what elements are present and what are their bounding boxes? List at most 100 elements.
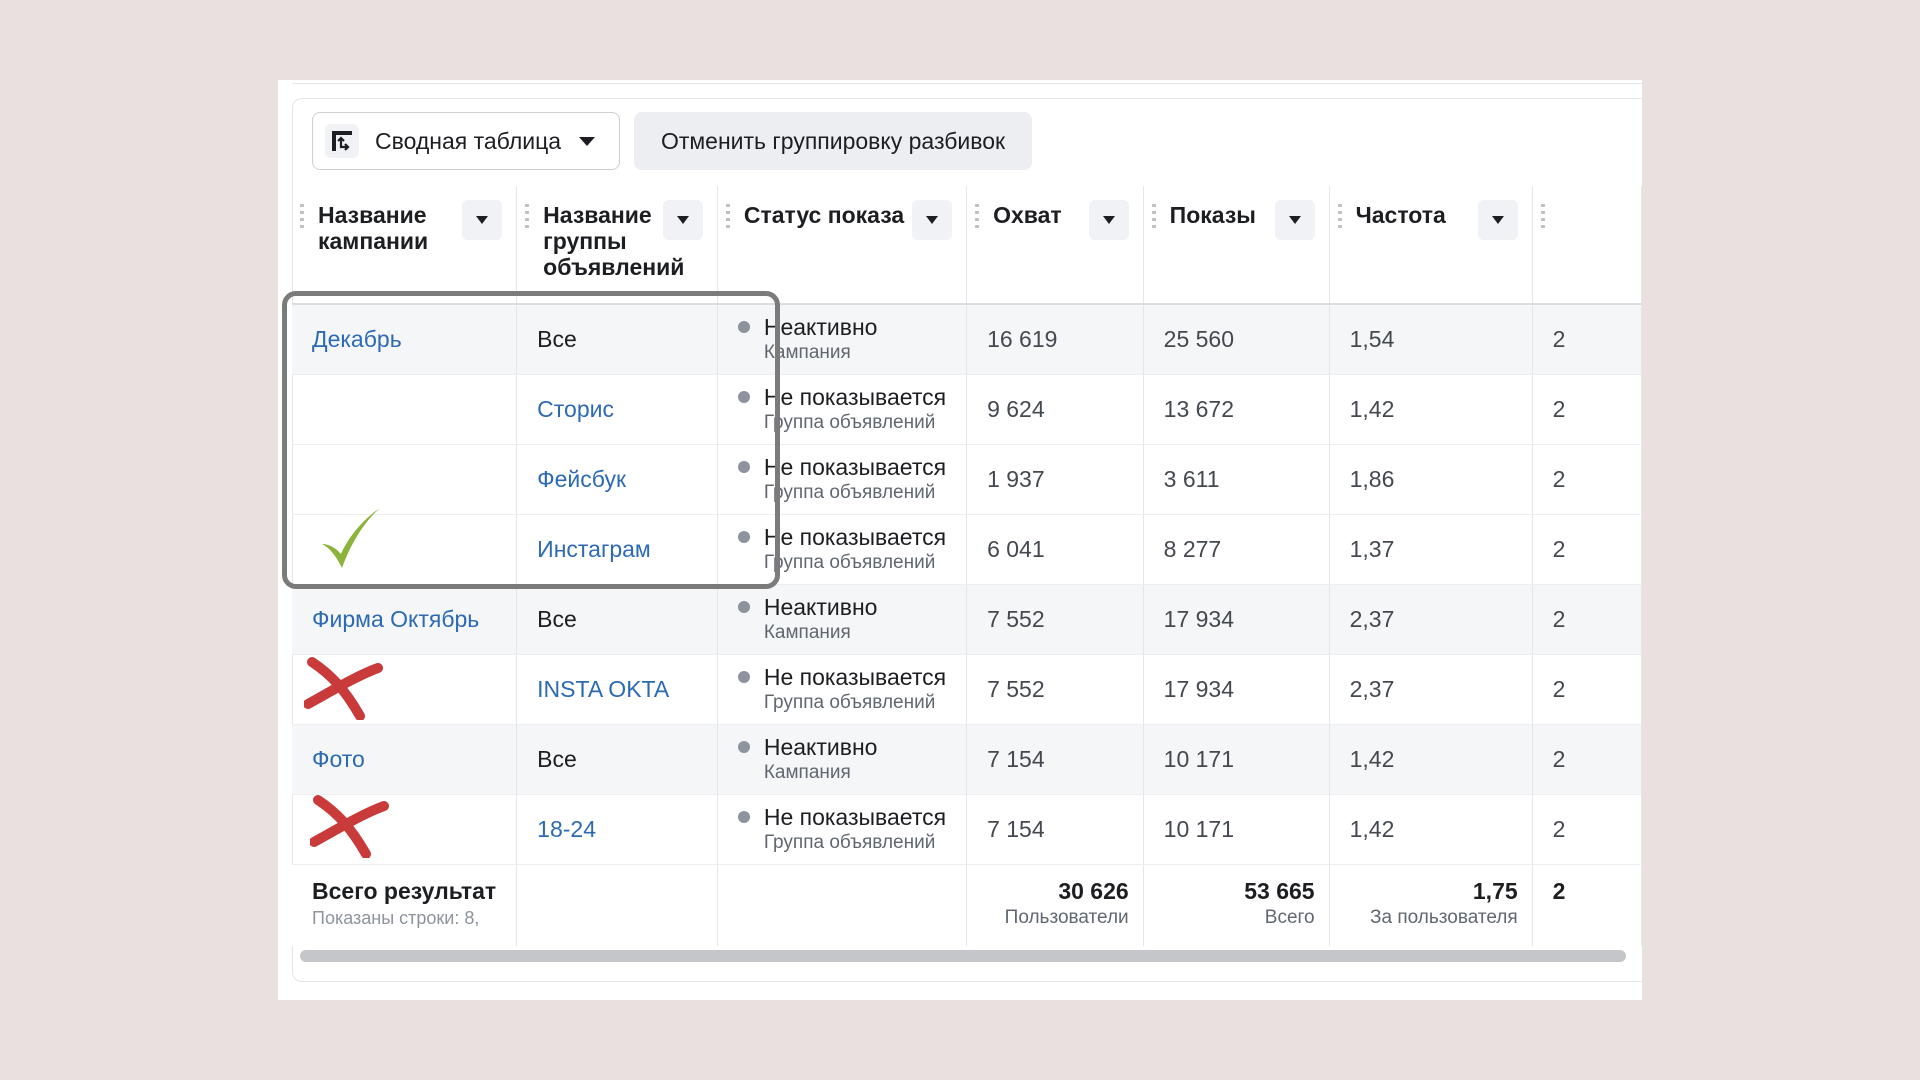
column-menu-button[interactable] bbox=[912, 200, 953, 240]
reach-cell: 6 041 bbox=[966, 514, 1144, 585]
totals-next-cell: 2 bbox=[1532, 864, 1642, 946]
table-row: Сторис Не показывается Группа объявлений … bbox=[292, 374, 1642, 445]
campaign-name-cell bbox=[292, 444, 518, 515]
delivery-status-cell: Не показывается Группа объявлений bbox=[717, 514, 968, 585]
next-column-cell: 2 bbox=[1532, 584, 1642, 655]
frequency-cell: 1,86 bbox=[1329, 444, 1533, 515]
reach-cell: 1 937 bbox=[966, 444, 1144, 515]
column-menu-button[interactable] bbox=[1477, 200, 1518, 240]
impressions-cell: 3 611 bbox=[1143, 444, 1330, 515]
campaign-name-link[interactable]: Декабрь bbox=[292, 304, 518, 375]
adset-name-link[interactable]: INSTA OKTA bbox=[516, 654, 718, 725]
impressions-cell: 25 560 bbox=[1143, 304, 1330, 375]
adset-name-cell: Все bbox=[516, 304, 718, 375]
drag-handle-icon[interactable] bbox=[725, 204, 730, 230]
table-row: Фейсбук Не показывается Группа объявлений… bbox=[292, 444, 1642, 515]
table-row: Инстаграм Не показывается Группа объявлен… bbox=[292, 514, 1642, 585]
table-row: 18-24 Не показывается Группа объявлений 7… bbox=[292, 794, 1642, 865]
next-column-cell: 2 bbox=[1532, 654, 1642, 725]
delivery-status-cell: Не показывается Группа объявлений bbox=[717, 444, 968, 515]
drag-handle-icon[interactable] bbox=[1540, 204, 1545, 230]
status-level: Группа объявлений bbox=[763, 552, 936, 573]
reach-cell: 9 624 bbox=[966, 374, 1144, 445]
status-dot-icon bbox=[737, 321, 750, 334]
column-header-campaign[interactable]: Название кампании bbox=[292, 186, 518, 305]
next-column-cell: 2 bbox=[1532, 724, 1642, 795]
delivery-status-cell: Неактивно Кампания bbox=[717, 584, 968, 655]
column-header-status[interactable]: Статус показа bbox=[717, 186, 968, 305]
column-menu-button[interactable] bbox=[1088, 200, 1129, 240]
status-text: Не показывается bbox=[763, 384, 947, 410]
table-header-row: Название кампании Название группы объявл… bbox=[292, 186, 1642, 305]
pivot-table-dropdown[interactable]: Сводная таблица bbox=[312, 112, 620, 170]
totals-impressions-cell: 53 665 Всего bbox=[1143, 864, 1330, 946]
status-level: Группа объявлений bbox=[763, 482, 936, 503]
adset-name-cell: Все bbox=[516, 724, 718, 795]
status-text: Не показывается bbox=[763, 524, 947, 550]
frequency-cell: 1,42 bbox=[1329, 374, 1533, 445]
delivery-status-cell: Не показывается Группа объявлений bbox=[717, 654, 968, 725]
table-row: INSTA OKTA Не показывается Группа объявле… bbox=[292, 654, 1642, 725]
campaign-name-link[interactable]: Фото bbox=[292, 724, 518, 795]
column-header-adset[interactable]: Название группы объявлений bbox=[516, 186, 718, 305]
column-header-impressions[interactable]: Показы bbox=[1143, 186, 1330, 305]
frequency-cell: 1,42 bbox=[1329, 794, 1533, 865]
status-text: Не показывается bbox=[763, 664, 947, 690]
adset-name-link[interactable]: Сторис bbox=[516, 374, 718, 445]
status-text: Неактивно bbox=[763, 734, 878, 760]
next-column-cell: 2 bbox=[1532, 444, 1642, 515]
totals-reach-cell: 30 626 Пользователи bbox=[966, 864, 1144, 946]
totals-frequency-cell: 1,75 За пользователя bbox=[1329, 864, 1533, 946]
status-text: Не показывается bbox=[763, 804, 947, 830]
pivot-table-icon bbox=[325, 124, 359, 158]
totals-impressions-value: 53 665 bbox=[1244, 877, 1315, 904]
column-label: Название кампании bbox=[318, 202, 429, 254]
column-header-reach[interactable]: Охват bbox=[966, 186, 1144, 305]
campaign-name-link[interactable]: Фирма Октябрь bbox=[292, 584, 518, 655]
column-menu-button[interactable] bbox=[662, 200, 703, 240]
totals-title: Всего результат bbox=[312, 877, 497, 904]
results-table: Название кампании Название группы объявл… bbox=[292, 186, 1642, 946]
drag-handle-icon[interactable] bbox=[300, 204, 304, 230]
status-level: Группа объявлений bbox=[763, 412, 936, 433]
drag-handle-icon[interactable] bbox=[1151, 204, 1156, 230]
status-dot-icon bbox=[737, 391, 750, 403]
adset-name-link[interactable]: Инстаграм bbox=[516, 514, 718, 585]
chevron-down-icon bbox=[926, 216, 939, 224]
table-row: Фирма Октябрь Все Неактивно Кампания 7 55… bbox=[292, 584, 1642, 655]
column-header-frequency[interactable]: Частота bbox=[1329, 186, 1533, 305]
status-level: Группа объявлений bbox=[763, 692, 936, 713]
totals-label-cell: Всего результат Показаны строки: 8, bbox=[292, 864, 518, 946]
reach-cell: 7 154 bbox=[966, 724, 1144, 795]
column-menu-button[interactable] bbox=[1274, 200, 1315, 240]
impressions-cell: 10 171 bbox=[1143, 794, 1330, 865]
status-level: Группа объявлений bbox=[763, 832, 936, 853]
horizontal-scrollbar[interactable] bbox=[300, 950, 1626, 962]
ungroup-breakdowns-button[interactable]: Отменить группировку разбивок bbox=[634, 112, 1032, 170]
table-body: Декабрь Все Неактивно Кампания 16 619 25 … bbox=[292, 304, 1642, 946]
totals-reach-value: 30 626 bbox=[1058, 877, 1129, 904]
chevron-down-icon bbox=[476, 216, 489, 224]
column-label: Статус показа bbox=[743, 202, 905, 228]
column-header-next[interactable] bbox=[1532, 186, 1642, 305]
drag-handle-icon[interactable] bbox=[975, 204, 980, 230]
adset-name-link[interactable]: Фейсбук bbox=[516, 444, 718, 515]
adset-name-link[interactable]: 18-24 bbox=[516, 794, 718, 865]
frequency-cell: 2,37 bbox=[1329, 654, 1533, 725]
next-column-cell: 2 bbox=[1532, 374, 1642, 445]
frequency-cell: 1,42 bbox=[1329, 724, 1533, 795]
chevron-down-icon bbox=[579, 136, 596, 146]
status-text: Не показывается bbox=[763, 454, 947, 480]
status-text: Неактивно bbox=[763, 594, 878, 620]
card-top-divider bbox=[292, 80, 1642, 84]
delivery-status-cell: Не показывается Группа объявлений bbox=[717, 794, 968, 865]
delivery-status-cell: Неактивно Кампания bbox=[717, 724, 968, 795]
delivery-status-cell: Не показывается Группа объявлений bbox=[717, 374, 968, 445]
next-column-cell: 2 bbox=[1532, 304, 1642, 375]
drag-handle-icon[interactable] bbox=[525, 204, 530, 230]
totals-subtitle: Показаны строки: 8, bbox=[312, 907, 480, 928]
drag-handle-icon[interactable] bbox=[1337, 204, 1342, 230]
column-menu-button[interactable] bbox=[462, 200, 503, 240]
next-column-cell: 2 bbox=[1532, 794, 1642, 865]
totals-reach-label: Пользователи bbox=[1004, 906, 1129, 928]
